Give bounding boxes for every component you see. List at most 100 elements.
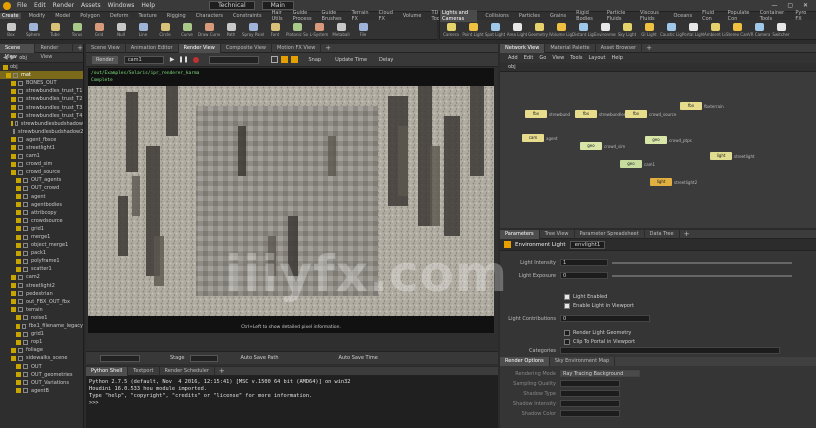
tool-draw-curve[interactable]: Draw Curve (198, 20, 220, 40)
tab-python-shell[interactable]: Python Shell (86, 366, 129, 376)
network-node[interactable]: light (650, 178, 672, 186)
shelf-tab-collisions[interactable]: Collisions (483, 13, 511, 19)
forward-icon[interactable]: ▶ (11, 54, 16, 61)
camera-dropdown[interactable]: cam1 (123, 55, 164, 64)
net-menu-tools[interactable]: Tools (570, 55, 582, 61)
net-menu-add[interactable]: Add (508, 55, 518, 61)
tab-parameters[interactable]: Parameters (500, 229, 540, 239)
build-selector[interactable]: Main (261, 1, 294, 10)
node-flag-icon[interactable] (16, 388, 21, 394)
add-tab-icon[interactable]: + (325, 44, 331, 52)
render-mode-dropdown[interactable]: Ray Tracing Background (560, 370, 640, 377)
node-flag-icon[interactable] (11, 169, 16, 175)
network-node[interactable]: geo (620, 160, 642, 168)
tool-distant-light[interactable]: Distant Light (572, 20, 594, 40)
tree-item[interactable]: merge1 (0, 233, 83, 241)
tree-item[interactable]: grid1 (0, 330, 83, 338)
checkbox[interactable] (564, 338, 570, 345)
shelf-tab-deform[interactable]: Deform (108, 13, 131, 19)
tool-curve[interactable]: Curve (176, 20, 198, 40)
tab-asset-browser[interactable]: Asset Browser (596, 43, 643, 53)
tool-gi-light[interactable]: GI Light (638, 20, 660, 40)
node-flag-icon[interactable] (11, 121, 13, 127)
shelf-tab-volume[interactable]: Volume (401, 13, 424, 19)
play-icon[interactable]: ▶ (170, 56, 175, 63)
node-flag-icon[interactable] (11, 105, 16, 111)
tab-scene-view[interactable]: Scene View (0, 43, 36, 60)
tree-item[interactable]: strewbundles_trust_T4 (0, 112, 83, 120)
contrib-field[interactable]: 0 (560, 315, 650, 322)
menu-windows[interactable]: Windows (108, 2, 135, 9)
param-value-field[interactable]: 1 (560, 259, 608, 266)
tree-item[interactable]: polyframe1 (0, 257, 83, 265)
node-flag-icon[interactable] (11, 307, 16, 313)
tool-sky-light[interactable]: Sky Light (616, 20, 638, 40)
tab-textport[interactable]: Textport (128, 366, 160, 376)
node-flag-icon[interactable] (16, 372, 21, 378)
node-flag-icon[interactable] (11, 137, 16, 143)
tool-ambient-light[interactable]: Ambient Light (704, 20, 726, 40)
subtab-sky-environment-map[interactable]: Sky Environment Map (550, 357, 616, 366)
node-flag-icon[interactable] (16, 202, 21, 208)
tab-tree-view[interactable]: Tree View (540, 229, 575, 239)
tree-item[interactable]: scatter1 (0, 265, 83, 273)
tab-render-scheduler[interactable]: Render Scheduler (160, 366, 215, 376)
tool-camera[interactable]: Camera (440, 20, 462, 40)
node-flag-icon[interactable] (16, 258, 21, 264)
add-tab-icon[interactable]: + (219, 367, 225, 375)
tab-animation-editor[interactable]: Animation Editor (126, 43, 179, 53)
tree-item[interactable]: streetlight1 (0, 144, 83, 152)
param-slider[interactable] (612, 261, 792, 264)
tree-item[interactable]: agentbodies (0, 201, 83, 209)
shelf-tab-characters[interactable]: Characters (194, 13, 225, 19)
tree-item[interactable]: crowdsource (0, 217, 83, 225)
tool-null[interactable]: Null (110, 20, 132, 40)
tree-item[interactable]: object_merge1 (0, 241, 83, 249)
tree-item[interactable]: crowd_source (0, 168, 83, 176)
node-flag-icon[interactable] (16, 226, 21, 232)
region-icon[interactable] (270, 56, 278, 63)
tool-font[interactable]: Font (264, 20, 286, 40)
tree-item[interactable]: streetlight2 (0, 282, 83, 290)
shelf-tab-grains[interactable]: Grains (548, 13, 568, 19)
tool-platonic-solids[interactable]: Platonic Solids (286, 20, 308, 40)
shelf-tab-pyro-fx[interactable]: Pyro FX (793, 10, 810, 22)
tree-item[interactable]: OUT_crowd (0, 184, 83, 192)
node-flag-icon[interactable] (16, 339, 21, 345)
tool-stereo-camera[interactable]: Stereo Camera (726, 20, 748, 40)
add-tab-icon[interactable]: + (684, 230, 690, 238)
tool-sphere[interactable]: Sphere (22, 20, 44, 40)
tool-point-light[interactable]: Point Light (462, 20, 484, 40)
tree-item[interactable]: sidewalks_scene (0, 354, 83, 362)
render-param-field[interactable] (560, 380, 620, 387)
tool-volume-light[interactable]: Volume Light (550, 20, 572, 40)
bottom-field-1[interactable] (100, 354, 140, 362)
node-flag-icon[interactable] (16, 185, 21, 191)
stop-icon[interactable] (192, 56, 199, 63)
shelf-tab-cloud-fx[interactable]: Cloud FX (377, 10, 395, 22)
tool-environment-light[interactable]: Environment Light (594, 20, 616, 40)
network-node[interactable]: geo (580, 142, 602, 150)
net-menu-layout[interactable]: Layout (589, 55, 606, 61)
menu-edit[interactable]: Edit (34, 2, 46, 9)
node-flag-icon[interactable] (11, 291, 16, 297)
console-output[interactable]: Python 2.7.5 (default, Nov 4 2016, 12:15… (86, 376, 498, 410)
network-node[interactable]: light (710, 152, 732, 160)
tree-item[interactable]: terrain (0, 306, 83, 314)
tab-parameter-spreadsheet[interactable]: Parameter Spreadsheet (575, 229, 645, 239)
network-canvas[interactable]: fbx fbxterrain fbx strewbund fbx strewbundles… (500, 72, 816, 228)
tree-item[interactable]: BONES_OUT (0, 79, 83, 87)
tree-item[interactable]: OUT_Variations (0, 379, 83, 387)
node-flag-icon[interactable] (16, 234, 21, 240)
tree-item[interactable]: strewbundlesbudshadow (0, 120, 83, 128)
renderer-dropdown[interactable] (208, 55, 259, 64)
shelf-tab-texture[interactable]: Texture (136, 13, 158, 19)
node-flag-icon[interactable] (6, 72, 11, 78)
tool-area-light[interactable]: Area Light (506, 20, 528, 40)
tree-item[interactable]: agent (0, 193, 83, 201)
tool-line[interactable]: Line (132, 20, 154, 40)
node-flag-icon[interactable] (16, 331, 21, 337)
stage-field[interactable] (190, 354, 219, 362)
add-tab-icon[interactable]: + (77, 44, 83, 52)
tree-item[interactable]: foliage (0, 346, 83, 354)
